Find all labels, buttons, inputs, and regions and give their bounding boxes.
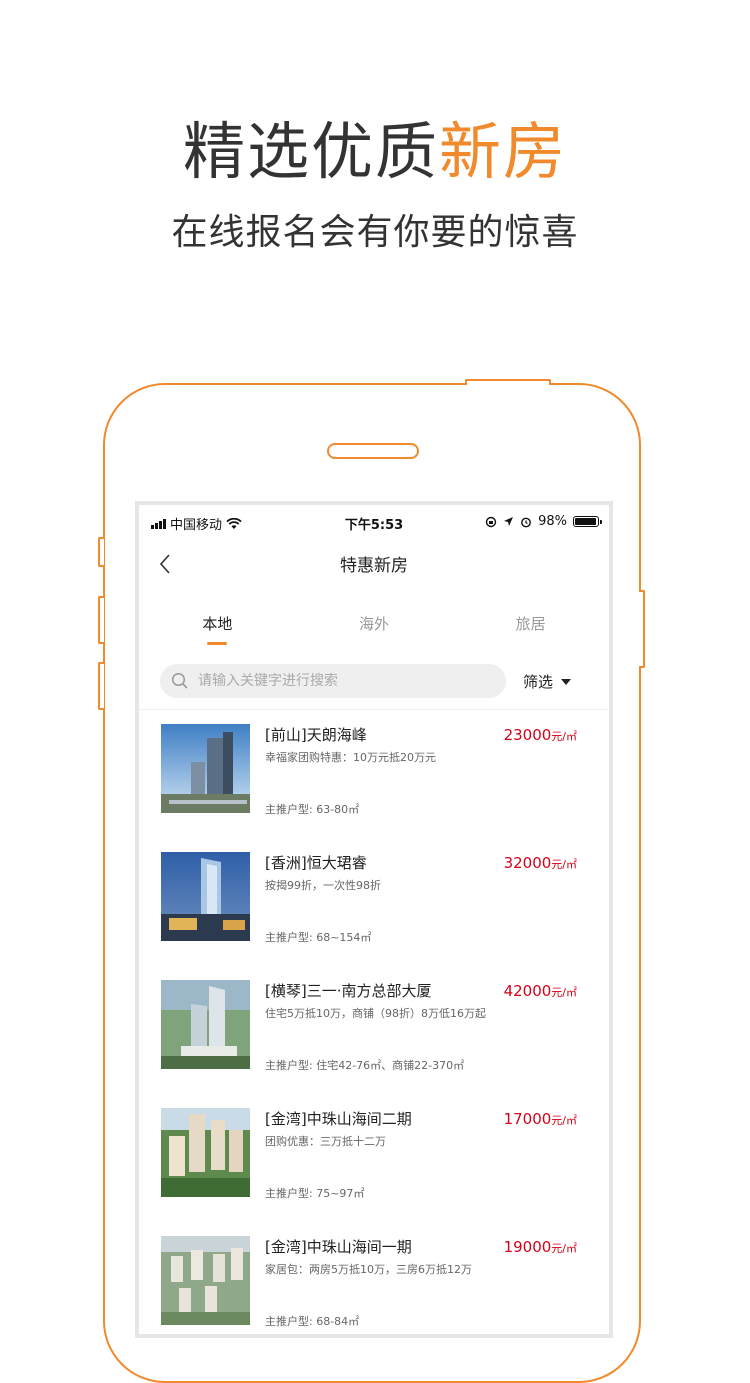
search-input[interactable] (196, 672, 480, 690)
listing-thumbnail (161, 852, 250, 941)
listing-price: 23000元/㎡ (503, 726, 577, 744)
listing-thumbnail (161, 1236, 250, 1325)
listing-card[interactable]: [金湾]中珠山海间一期 19000元/㎡ 家居包：两房5万抵10万，三房6万抵1… (139, 1222, 609, 1334)
promo-title-main: 精选优质 (182, 115, 439, 188)
search-box[interactable] (160, 664, 506, 698)
listing-name: [前山]天朗海峰 (265, 726, 367, 744)
phone-speaker (327, 443, 419, 459)
listing-promo: 幸福家团购特惠：10万元抵20万元 (265, 751, 436, 764)
phone-screen: 中国移动 下午5:53 98% 特惠新房 本地 海外 旅居 筛选 (139, 505, 609, 1334)
filter-button[interactable]: 筛选 (523, 671, 572, 692)
listing-layout: 主推户型: 63-80㎡ (265, 803, 360, 816)
listing-thumbnail (161, 980, 250, 1069)
filter-label: 筛选 (523, 673, 554, 691)
listing-layout: 主推户型: 68-84㎡ (265, 1315, 360, 1328)
search-row: 筛选 (139, 657, 609, 709)
page-title: 特惠新房 (340, 556, 408, 576)
listing-promo: 住宅5万抵10万，商铺（98折）8万低16万起 (265, 1007, 486, 1020)
promo-subtitle: 在线报名会有你要的惊喜 (171, 212, 579, 253)
battery-icon (573, 516, 602, 527)
listing-layout: 主推户型: 住宅42-76㎡、商铺22-370㎡ (265, 1059, 465, 1072)
listing-promo: 团购优惠：三万抵十二万 (265, 1135, 386, 1148)
phone-power-button (639, 590, 645, 668)
listing-thumbnail (161, 1108, 250, 1197)
listing-list: [前山]天朗海峰 23000元/㎡ 幸福家团购特惠：10万元抵20万元 主推户型… (139, 709, 609, 1334)
listing-price: 42000元/㎡ (503, 982, 577, 1000)
tab-travel-living[interactable]: 旅居 (452, 591, 609, 657)
battery-percent: 98% (538, 514, 567, 529)
tab-overseas[interactable]: 海外 (296, 591, 453, 657)
alarm-icon (521, 517, 531, 527)
phone-volume-down (98, 662, 104, 710)
phone-top-button (465, 379, 551, 385)
listing-price: 19000元/㎡ (503, 1238, 577, 1256)
listing-name: [横琴]三一·南方总部大厦 (265, 982, 432, 1000)
rotation-lock-icon (485, 516, 497, 527)
listing-card[interactable]: [横琴]三一·南方总部大厦 42000元/㎡ 住宅5万抵10万，商铺（98折）8… (139, 966, 609, 1094)
listing-name: [香洲]恒大珺睿 (265, 854, 367, 872)
listing-card[interactable]: [前山]天朗海峰 23000元/㎡ 幸福家团购特惠：10万元抵20万元 主推户型… (139, 710, 609, 838)
phone-mute-switch (98, 537, 104, 567)
listing-layout: 主推户型: 75~97㎡ (265, 1187, 365, 1200)
listing-promo: 按揭99折，一次性98折 (265, 879, 381, 892)
search-icon (171, 672, 188, 689)
listing-thumbnail (161, 724, 250, 813)
listing-card[interactable]: [香洲]恒大珺睿 32000元/㎡ 按揭99折，一次性98折 主推户型: 68~… (139, 838, 609, 966)
caret-down-icon (561, 678, 572, 685)
listing-price: 32000元/㎡ (503, 854, 577, 872)
listing-name: [金湾]中珠山海间二期 (265, 1110, 412, 1128)
phone-volume-up (98, 596, 104, 644)
tab-bar: 本地 海外 旅居 (139, 591, 609, 657)
status-bar: 中国移动 下午5:53 98% (139, 505, 609, 537)
promo-title: 精选优质新房 (0, 112, 750, 192)
listing-promo: 家居包：两房5万抵10万，三房6万抵12万 (265, 1263, 472, 1276)
listing-layout: 主推户型: 68~154㎡ (265, 931, 372, 944)
nav-bar: 特惠新房 (139, 537, 609, 591)
location-icon (504, 517, 514, 526)
promo-title-accent: 新房 (439, 115, 568, 188)
listing-price: 17000元/㎡ (503, 1110, 577, 1128)
listing-name: [金湾]中珠山海间一期 (265, 1238, 412, 1256)
tab-local[interactable]: 本地 (139, 591, 296, 657)
listing-card[interactable]: [金湾]中珠山海间二期 17000元/㎡ 团购优惠：三万抵十二万 主推户型: 7… (139, 1094, 609, 1222)
